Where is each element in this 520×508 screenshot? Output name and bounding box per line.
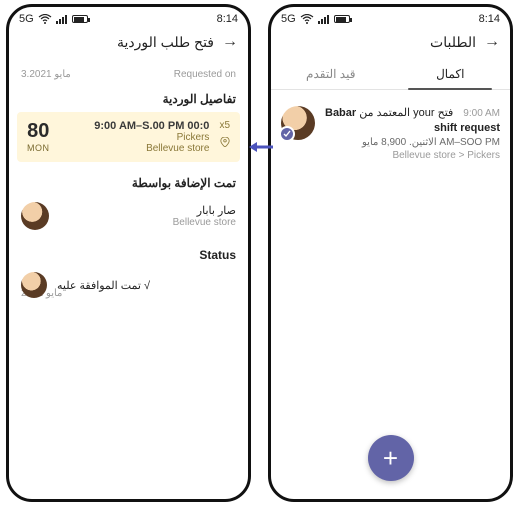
wifi-icon: [38, 14, 52, 24]
status-bar: 8:14 5G: [9, 7, 248, 27]
assigner-name: صار بابار: [59, 204, 236, 217]
approved-badge-icon: [279, 126, 295, 142]
section-assigned-by: تمت الإضافة بواسطة: [9, 172, 248, 196]
flow-arrow-icon: [249, 140, 273, 154]
app-bar: → الطلبات: [271, 27, 510, 61]
back-icon[interactable]: →: [222, 33, 238, 51]
assigner-info: صار بابار Bellevue store: [59, 204, 236, 228]
requested-meta: 3.2021 مايو Requested on: [9, 61, 248, 88]
shift-day: 80 MON: [27, 120, 50, 153]
phone-requests: 8:14 5G → الطلبات اكمال قيد التقدم فتح: [268, 4, 513, 502]
avatar: [281, 106, 315, 140]
page-title: الطلبات: [430, 34, 476, 51]
request-title: فتح your المعتمد من Babar: [325, 106, 453, 121]
shift-side: x5: [219, 120, 230, 147]
shift-count: x5: [219, 120, 230, 131]
battery-icon: [334, 15, 350, 23]
avatar: [21, 272, 47, 298]
assigner-store: Bellevue store: [59, 217, 236, 228]
app-bar: → فتح طلب الوردية: [9, 27, 248, 61]
requested-label: Requested on: [174, 69, 236, 80]
shift-day-number: 80: [27, 120, 50, 143]
request-details: الاثنين. 8,900 مايو AM–SOO PM: [325, 136, 500, 150]
signal-icon: [318, 14, 330, 24]
add-button[interactable]: +: [368, 435, 414, 481]
network-label: 5G: [19, 13, 34, 25]
phone-detail: 8:14 5G → فتح طلب الوردية 3.2021 مايو Re…: [6, 4, 251, 502]
request-subject: shift request: [325, 121, 500, 136]
status-bar: 8:14 5G: [271, 7, 510, 27]
requested-date: 3.2021 مايو: [21, 69, 71, 80]
request-time: 9:00 AM: [463, 108, 500, 119]
section-shift-details: تفاصيل الوردية: [9, 88, 248, 112]
request-body: فتح your المعتمد من Babar 9:00 AM shift …: [325, 106, 500, 161]
shift-role: Pickers: [60, 132, 210, 143]
requests-list: فتح your المعتمد من Babar 9:00 AM shift …: [271, 90, 510, 177]
signal-icon: [56, 14, 68, 24]
shift-card[interactable]: 80 MON 9:00 AM–S.00 PM 00:0 Pickers Bell…: [17, 112, 240, 162]
back-icon[interactable]: →: [484, 33, 500, 51]
status-time: 8:14: [217, 13, 238, 25]
tab-pending[interactable]: قيد التقدم: [271, 61, 391, 89]
section-status: Status: [9, 244, 248, 268]
tab-completed[interactable]: اكمال: [391, 61, 511, 89]
request-breadcrumb: Bellevue store > Pickers: [325, 150, 500, 161]
location-icon: [220, 137, 230, 147]
status-text: √ تمت الموافقة عليه: [57, 279, 150, 292]
battery-icon: [72, 15, 88, 23]
tabs: اكمال قيد التقدم: [271, 61, 510, 90]
shift-day-dow: MON: [27, 143, 50, 153]
avatar: [21, 202, 49, 230]
wifi-icon: [300, 14, 314, 24]
request-item[interactable]: فتح your المعتمد من Babar 9:00 AM shift …: [271, 98, 510, 169]
status-icons: 5G: [19, 13, 88, 25]
page-title: فتح طلب الوردية: [117, 34, 214, 51]
shift-info: 9:00 AM–S.00 PM 00:0 Pickers Bellevue st…: [60, 120, 210, 154]
shift-time: 9:00 AM–S.00 PM 00:0: [60, 120, 210, 132]
assigner-row[interactable]: صار بابار Bellevue store: [9, 196, 248, 244]
status-time: 8:14: [479, 13, 500, 25]
status-icons: 5G: [281, 13, 350, 25]
network-label: 5G: [281, 13, 296, 25]
shift-store: Bellevue store: [60, 143, 210, 154]
